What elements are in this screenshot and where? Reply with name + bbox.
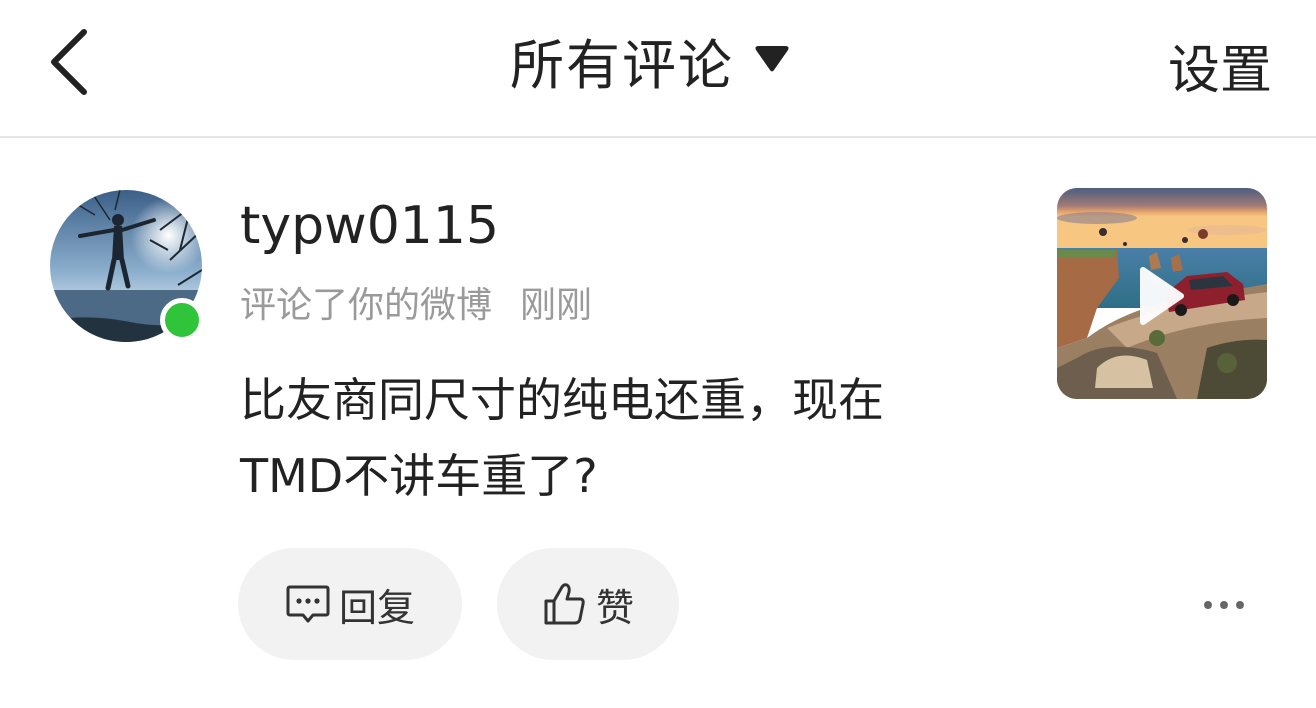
comment-text-line: TMD不讲车重了? (240, 449, 598, 503)
like-button[interactable]: 赞 (497, 548, 679, 660)
thumbs-up-icon (544, 583, 585, 625)
page-title: 所有评论 (510, 33, 734, 97)
timestamp: 刚刚 (520, 285, 593, 326)
comment-body: 比友商同尺寸的纯电还重，现在 TMD不讲车重了? (240, 362, 1020, 514)
action-description: 评论了你的微博 (240, 285, 493, 326)
video-thumbnail[interactable] (1057, 188, 1267, 399)
comment-meta: 评论了你的微博 刚刚 (240, 276, 592, 328)
caret-down-icon (755, 46, 789, 72)
more-dots-icon (1204, 601, 1244, 609)
top-bar: 所有评论 设置 (0, 0, 1316, 138)
username-link[interactable]: typw0115 (240, 196, 499, 256)
comment-filter-dropdown[interactable]: 所有评论 (510, 24, 790, 97)
like-label: 赞 (595, 585, 634, 630)
back-button[interactable] (40, 24, 100, 100)
online-status-badge (160, 298, 204, 342)
more-options-button[interactable] (1196, 588, 1256, 622)
reply-label: 回复 (338, 585, 415, 630)
avatar-button[interactable] (50, 190, 204, 342)
settings-button[interactable]: 设置 (1168, 28, 1272, 103)
chevron-left-icon (51, 29, 87, 95)
comment-icon (286, 585, 330, 623)
comment-text-line: 比友商同尺寸的纯电还重，现在 (240, 373, 884, 427)
reply-button[interactable]: 回复 (238, 548, 462, 660)
